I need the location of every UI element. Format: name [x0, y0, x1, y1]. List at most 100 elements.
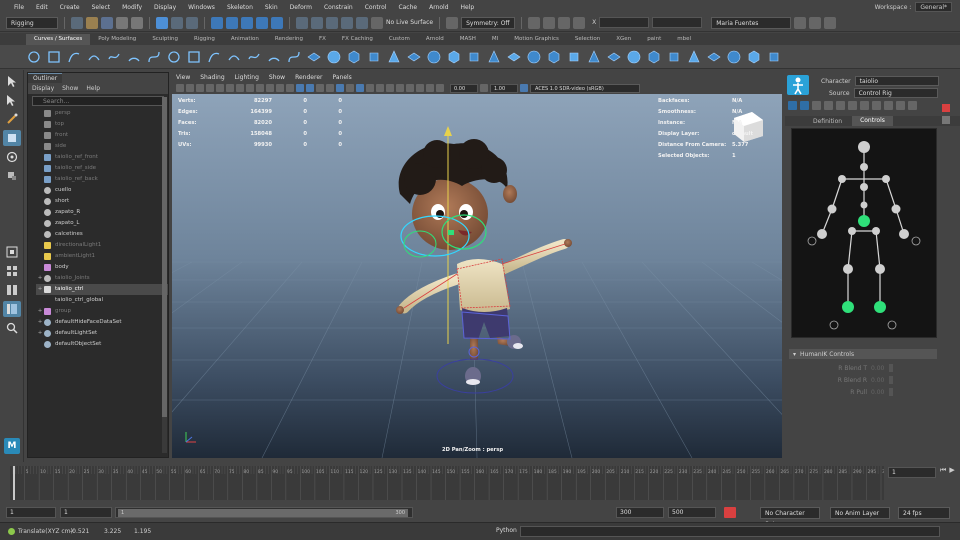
outliner-menu-show[interactable]: Show: [62, 85, 78, 92]
menu-skin[interactable]: Skin: [259, 4, 284, 11]
color-management-icon[interactable]: [520, 84, 528, 92]
detach-surface-icon[interactable]: [766, 49, 782, 65]
outliner-scroll-thumb[interactable]: [162, 97, 167, 417]
shelf-tab-selection[interactable]: Selection: [567, 34, 608, 45]
planar-surface-icon[interactable]: [466, 49, 482, 65]
outliner-item[interactable]: calcetines: [36, 229, 168, 240]
ep-curve-icon[interactable]: [66, 49, 82, 65]
command-input[interactable]: [520, 526, 940, 537]
motion-blur-icon[interactable]: [376, 84, 384, 92]
menu-cache[interactable]: Cache: [392, 4, 423, 11]
exposure-icon[interactable]: [436, 84, 444, 92]
menu-modify[interactable]: Modify: [116, 4, 148, 11]
viewport-3d[interactable]: Verts: 82297 0 0 Edges: 164399 0 0 Faces: 82020 0 0…: [172, 94, 782, 458]
image-plane-icon[interactable]: [206, 84, 214, 92]
select-object-icon[interactable]: [171, 16, 183, 29]
outliner-item[interactable]: + group: [36, 306, 168, 317]
fps-dropdown[interactable]: 24 fps: [898, 507, 950, 519]
expand-toggle-icon[interactable]: +: [36, 273, 44, 284]
bookmark-icon[interactable]: [196, 84, 204, 92]
gate-mask-icon[interactable]: [266, 84, 274, 92]
play-forward-icon[interactable]: ▶: [949, 466, 954, 475]
outliner-item[interactable]: short: [36, 196, 168, 207]
param-value[interactable]: 0.00: [871, 389, 885, 396]
paint-select-icon[interactable]: [3, 111, 21, 127]
project-curve-icon[interactable]: [666, 49, 682, 65]
magnet-icon[interactable]: [543, 16, 556, 29]
viewport-menu-lighting[interactable]: Lighting: [235, 74, 259, 81]
pin-rotate-icon[interactable]: [860, 101, 869, 110]
viewport-menu-panels[interactable]: Panels: [332, 74, 351, 81]
range-handle[interactable]: 1 300: [118, 509, 408, 517]
shelf-tab-arnold[interactable]: Arnold: [418, 34, 452, 45]
viewport-menu-renderer[interactable]: Renderer: [295, 74, 322, 81]
shelf-tab-rendering[interactable]: Rendering: [267, 34, 311, 45]
workspace-dropdown[interactable]: General*: [915, 2, 952, 12]
x-field[interactable]: [599, 17, 650, 28]
param-slider[interactable]: [889, 376, 893, 384]
film-gate-icon[interactable]: [246, 84, 254, 92]
playback-start-field[interactable]: 1: [60, 507, 112, 518]
xray-joints-icon[interactable]: [416, 84, 424, 92]
outliner-search-input[interactable]: Search...: [32, 96, 164, 106]
gamma-icon[interactable]: [480, 84, 488, 92]
offset-curve-icon[interactable]: [226, 49, 242, 65]
shelf-tab-custom[interactable]: Custom: [381, 34, 418, 45]
expand-toggle-icon[interactable]: +: [36, 317, 44, 328]
tab-definition[interactable]: Definition: [805, 118, 850, 125]
safe-action-icon[interactable]: [286, 84, 294, 92]
trim-surface-icon[interactable]: [586, 49, 602, 65]
animation-end-field[interactable]: 500: [668, 507, 716, 518]
viewport-menu-show[interactable]: Show: [269, 74, 285, 81]
select-tool-icon[interactable]: [3, 73, 21, 89]
outliner-item[interactable]: zapato_L: [36, 218, 168, 229]
menu-edit[interactable]: Edit: [30, 4, 54, 11]
shelf-tab-sculpting[interactable]: Sculpting: [144, 34, 186, 45]
menu-deform[interactable]: Deform: [284, 4, 318, 11]
outliner-item[interactable]: + taiolio_ctrl: [36, 284, 168, 295]
cone-surface-icon[interactable]: [366, 49, 382, 65]
select-hierarchy-icon[interactable]: [156, 16, 168, 29]
humanik-controls-header[interactable]: ▾ HumanIK Controls: [789, 349, 937, 359]
xray-icon[interactable]: [406, 84, 414, 92]
character-dropdown[interactable]: taiolio: [854, 76, 939, 86]
wireframe-icon[interactable]: [306, 84, 314, 92]
textured-icon[interactable]: [336, 84, 344, 92]
intersect-surface-icon[interactable]: [686, 49, 702, 65]
current-time-indicator[interactable]: [13, 466, 15, 500]
birail-surface-icon[interactable]: [506, 49, 522, 65]
view-transform-dropdown[interactable]: ACES 1.0 SDR-video (sRGB): [530, 83, 640, 93]
menu-arnold[interactable]: Arnold: [423, 4, 454, 11]
user-account[interactable]: Maria Fuentes: [711, 16, 792, 29]
cylinder-surface-icon[interactable]: [346, 49, 362, 65]
param-value[interactable]: 0.00: [871, 377, 885, 384]
outliner-title[interactable]: Outliner: [28, 73, 63, 83]
surface-fillet-icon[interactable]: [706, 49, 722, 65]
render-frame-icon[interactable]: [311, 16, 323, 29]
outliner-item[interactable]: cuello: [36, 185, 168, 196]
anti-aliasing-icon[interactable]: [386, 84, 394, 92]
stance-icon[interactable]: [836, 101, 845, 110]
safe-title-icon[interactable]: [296, 84, 304, 92]
move-tool-icon[interactable]: [2, 130, 21, 146]
loft-surface-icon[interactable]: [446, 49, 462, 65]
2d-pan-zoom-icon[interactable]: [216, 84, 224, 92]
shelf-tab-curves-surfaces[interactable]: Curves / Surfaces: [26, 34, 91, 45]
select-component-icon[interactable]: [186, 16, 198, 29]
search-icon[interactable]: [3, 320, 21, 336]
source-dropdown[interactable]: Control Rig: [853, 88, 938, 98]
extrude-surface-icon[interactable]: [486, 49, 502, 65]
outliner-item[interactable]: top: [36, 119, 168, 130]
transform-icon[interactable]: [573, 16, 586, 29]
open-scene-icon[interactable]: [86, 16, 98, 29]
live-surface-label[interactable]: No Live Surface: [386, 19, 433, 26]
snap-surface-icon[interactable]: [271, 16, 283, 29]
settings-icon[interactable]: [794, 16, 807, 29]
pencil-curve-icon[interactable]: [106, 49, 122, 65]
key-all-icon[interactable]: [896, 101, 905, 110]
outliner-item[interactable]: taiolio_ref_side: [36, 163, 168, 174]
use-all-lights-icon[interactable]: [346, 84, 354, 92]
outliner-item[interactable]: side: [36, 141, 168, 152]
snap-grid-icon[interactable]: [211, 16, 223, 29]
menu-constrain[interactable]: Constrain: [318, 4, 359, 11]
